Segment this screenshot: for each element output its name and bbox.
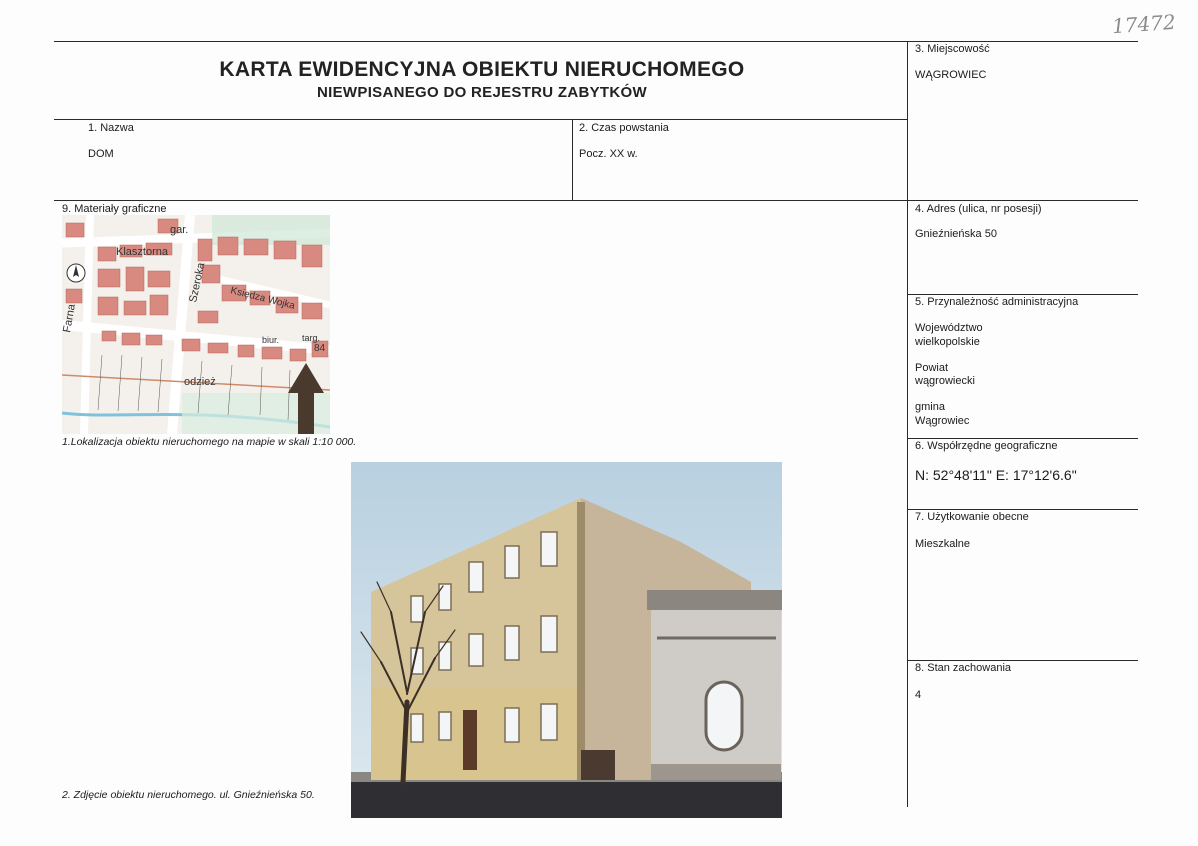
name-label: 1. Nazwa [88,122,134,134]
use-value: Mieszkalne [915,538,971,550]
voivodeship-label: Województwo [915,322,983,334]
condition-label: 8. Stan zachowania [915,662,1012,674]
county-value: wągrowiecki [915,375,975,387]
geo-value: N: 52°48'11" E: 17°12'6.6" [915,467,1077,483]
locality-value: WĄGROWIEC [915,69,987,81]
use-bottom-rule [907,660,1138,661]
row1-bottom-rule [54,200,1138,201]
locality-label: 3. Miejscowość [915,43,990,55]
voivodeship-value: wielkopolskie [915,336,980,348]
condition-value: 4 [915,689,922,701]
photo-caption: 2. Zdjęcie obiektu nieruchomego. ul. Gni… [62,789,315,801]
card-title: KARTA EWIDENCYJNA OBIEKTU NIERUCHOMEGO [219,58,745,81]
use-label: 7. Użytkowanie obecne [915,511,1029,523]
geo-bottom-rule [907,509,1138,510]
map-label-garage: gar. [170,224,188,236]
map-label-office: biur. [262,335,279,345]
created-label: 2. Czas powstania [579,122,669,134]
map-label-klasztorna: Klasztorna [116,246,169,258]
geo-label: 6. Współrzędne geograficzne [915,440,1058,452]
inventory-card: 17472 KARTA EWIDENCYJNA OBIEKTU NIERUCHO… [0,0,1198,846]
commune-label: gmina [915,401,945,413]
right-column-divider [907,41,908,807]
name-divider [572,119,573,201]
top-rule [54,41,1138,42]
address-value: Gnieźnieńska 50 [915,228,997,240]
address-bottom-rule [907,294,1138,295]
admin-label: 5. Przynależność administracyjna [915,296,1079,308]
title-bottom-rule [54,119,907,120]
map-label-market: targ. [302,333,320,343]
name-value: DOM [88,148,114,160]
building-photo [351,462,782,818]
address-label: 4. Adres (ulica, nr posesji) [915,203,1042,215]
map-caption: 1.Lokalizacja obiektu nieruchomego na ma… [62,436,357,448]
map-label-clothing: odzież [184,376,216,388]
created-value: Pocz. XX w. [579,148,638,160]
map-label-number: 84 [314,343,326,354]
location-map: gar. Klasztorna Farna Szeroka Księdza Wo… [62,215,330,434]
county-label: Powiat [915,362,949,374]
admin-bottom-rule [907,438,1138,439]
archive-number-stamp: 17472 [1111,9,1177,39]
commune-value: Wągrowiec [915,415,970,427]
card-subtitle: NIEWPISANEGO DO REJESTRU ZABYTKÓW [317,84,647,101]
graphics-label: 9. Materiały graficzne [62,203,167,215]
